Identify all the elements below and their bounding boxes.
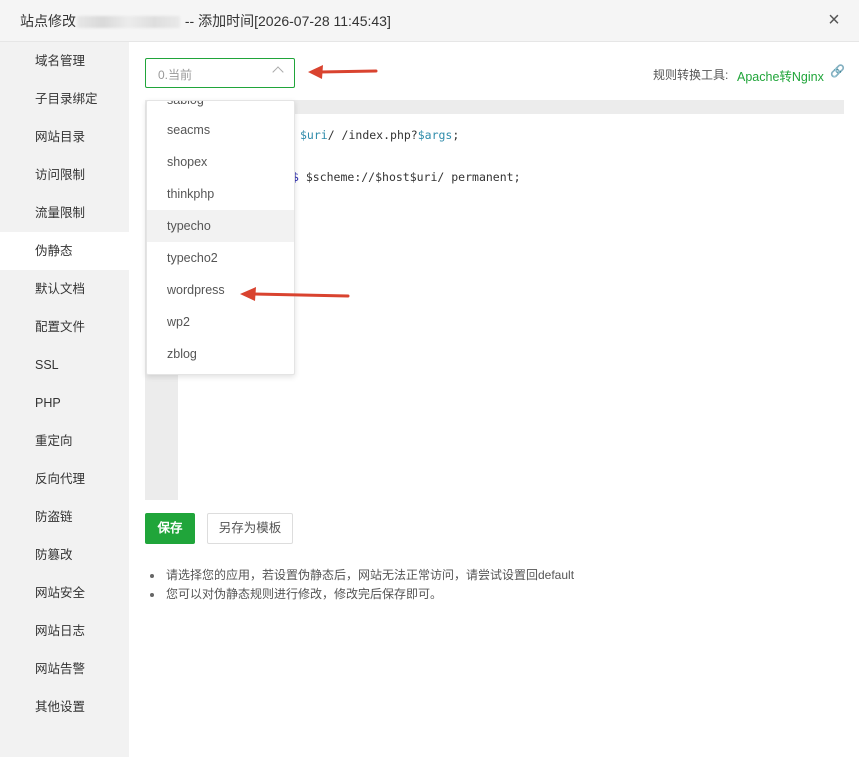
arrow-to-wordpress	[240, 287, 350, 301]
arrow-to-select	[308, 65, 378, 79]
annotation-arrows	[240, 65, 378, 301]
